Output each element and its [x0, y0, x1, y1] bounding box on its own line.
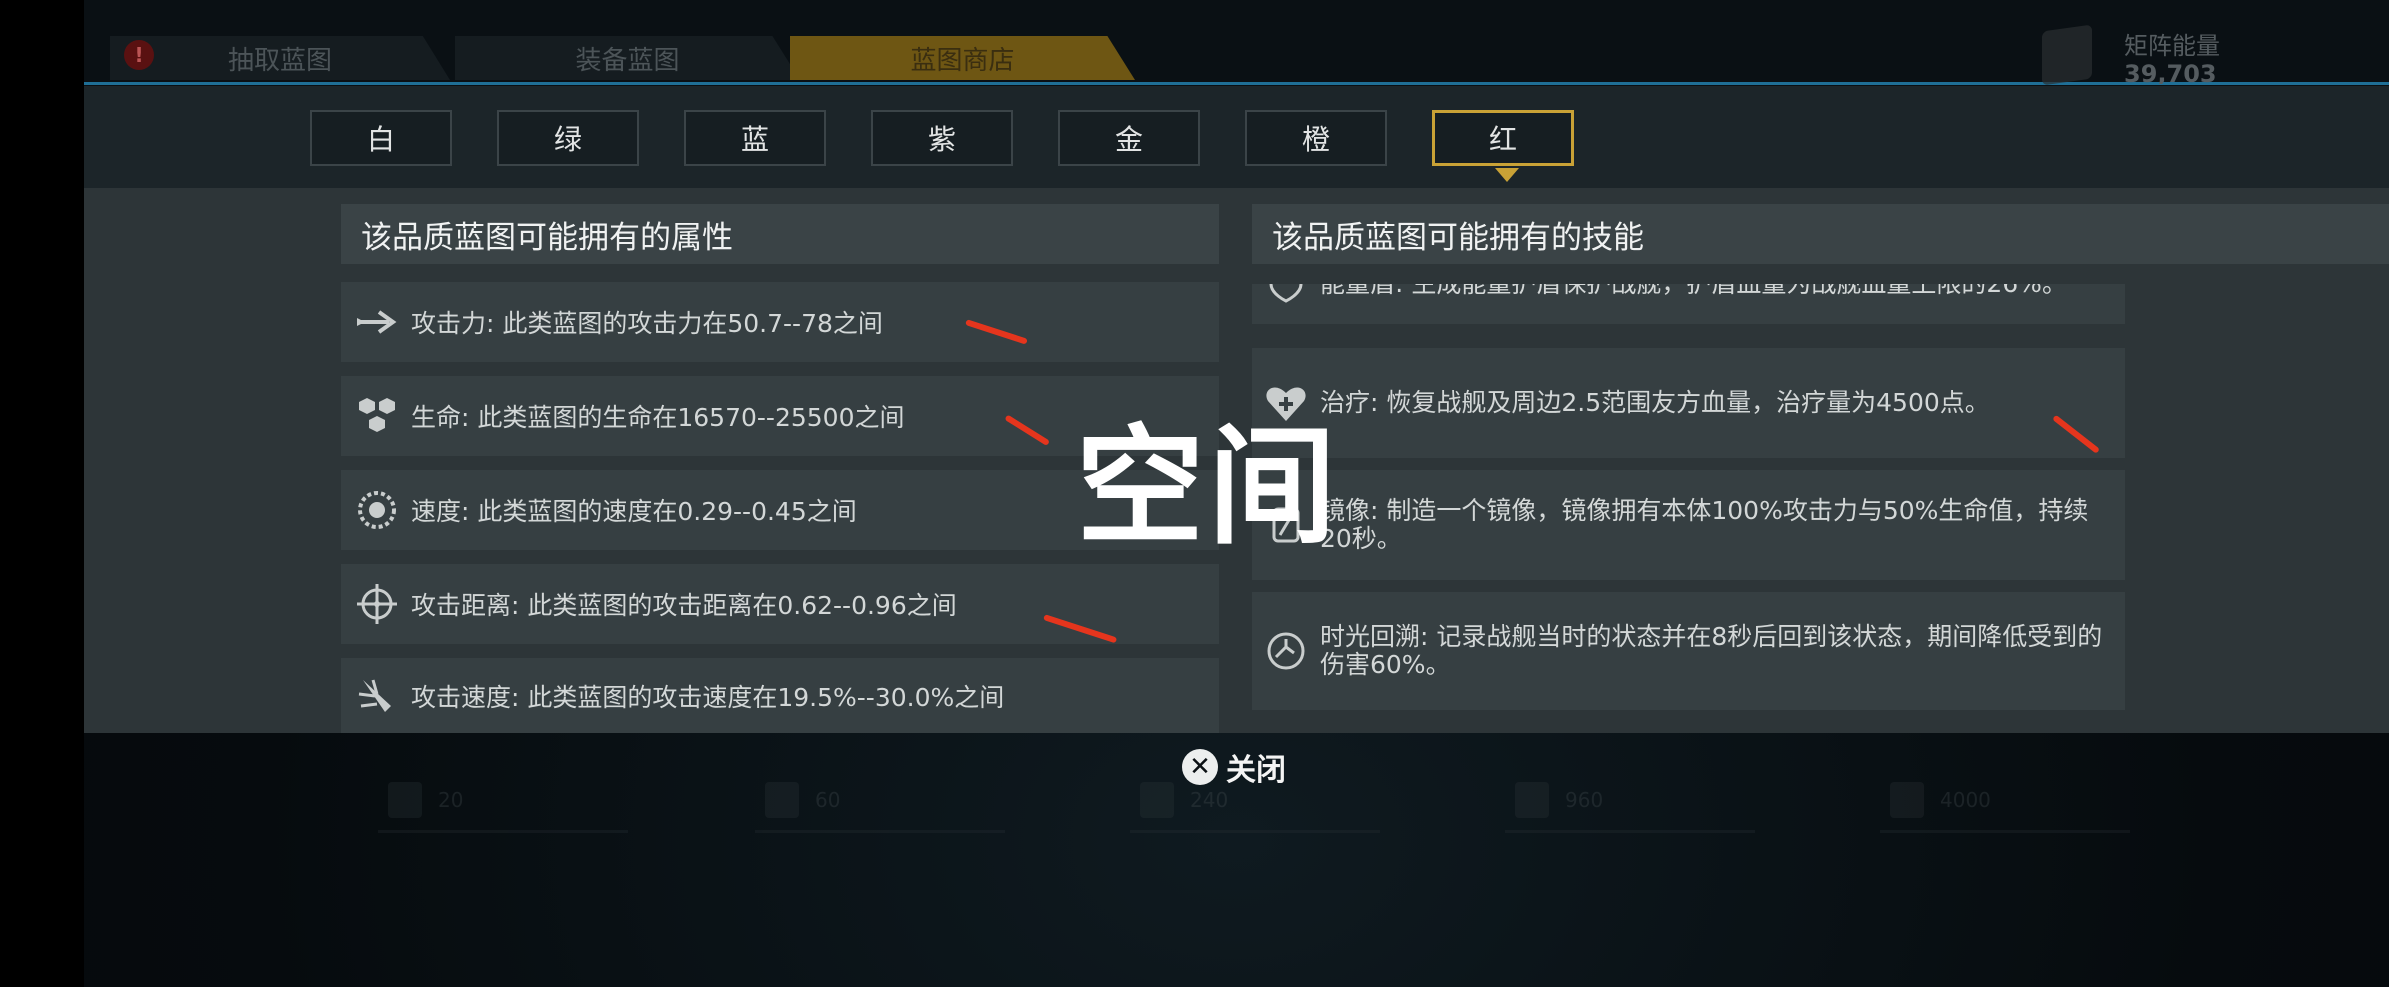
cube-icon [388, 782, 422, 818]
shop-slot: 20 [378, 770, 628, 833]
shop-slot: 60 [755, 770, 1005, 833]
skill-row: 能量盾: 生成能量护盾保护战舰，护盾血量为战舰血量上限的26%。 [1252, 284, 2125, 324]
slot-price: 960 [1565, 788, 1604, 812]
skill-row: 时光回溯: 记录战舰当时的状态并在8秒后回到该状态，期间降低受到的伤害60%。 [1252, 592, 2125, 710]
overlay-caption: 空间 [1076, 413, 1341, 562]
speed-dial-icon [355, 488, 399, 532]
rocket-icon [355, 674, 399, 718]
quality-tab-green[interactable]: 绿 [497, 110, 639, 166]
skills-list[interactable]: 能量盾: 生成能量护盾保护战舰，护盾血量为战舰血量上限的26%。 治疗: 恢复战… [1252, 284, 2125, 710]
skill-row: 治疗: 恢复战舰及周边2.5范围友方血量，治疗量为4500点。 [1252, 348, 2125, 458]
attribute-row: 攻击速度: 此类蓝图的攻击速度在19.5%--30.0%之间 [341, 658, 1219, 733]
skill-text: 能量盾: 生成能量护盾保护战舰，护盾血量为战舰血量上限的26%。 [1320, 284, 2067, 298]
skill-row: 镜像: 制造一个镜像，镜像拥有本体100%攻击力与50%生命值，持续20秒。 [1252, 470, 2125, 580]
quality-tab-gold[interactable]: 金 [1058, 110, 1200, 166]
quality-tab-red[interactable]: 红 [1432, 110, 1574, 166]
skill-text: 时光回溯: 记录战舰当时的状态并在8秒后回到该状态，期间降低受到的伤害60%。 [1320, 622, 2103, 679]
matrix-energy-icon [2042, 24, 2092, 86]
tab-draw-blueprint[interactable]: 抽取蓝图 [110, 36, 450, 80]
quality-tab-blue[interactable]: 蓝 [684, 110, 826, 166]
slot-price: 60 [815, 788, 841, 812]
slot-price: 20 [438, 788, 464, 812]
left-black-bar [0, 0, 84, 987]
shield-icon [1264, 284, 1308, 306]
attributes-panel-title: 该品质蓝图可能拥有的属性 [341, 204, 1219, 264]
cube-icon [1890, 782, 1924, 818]
tab-blueprint-shop[interactable]: 蓝图商店 [790, 36, 1135, 80]
attribute-text: 速度: 此类蓝图的速度在0.29--0.45之间 [411, 497, 857, 526]
cube-icon [1140, 782, 1174, 818]
slot-price: 240 [1190, 788, 1229, 812]
slot-price: 4000 [1940, 788, 1991, 812]
selected-tab-pointer [1495, 168, 1519, 182]
attribute-text: 攻击速度: 此类蓝图的攻击速度在19.5%--30.0%之间 [411, 682, 1005, 712]
skills-panel-title: 该品质蓝图可能拥有的技能 [1252, 204, 2389, 264]
time-rewind-icon [1264, 629, 1308, 673]
quality-tab-orange[interactable]: 橙 [1245, 110, 1387, 166]
quality-tab-purple[interactable]: 紫 [871, 110, 1013, 166]
close-label: 关闭 [1226, 753, 1286, 788]
cube-icon [765, 782, 799, 818]
skill-text: 镜像: 制造一个镜像，镜像拥有本体100%攻击力与50%生命值，持续20秒。 [1320, 496, 2089, 553]
attribute-row: 攻击力: 此类蓝图的攻击力在50.7--78之间 [341, 282, 1219, 362]
quality-tab-white[interactable]: 白 [310, 110, 452, 166]
shop-slot: 4000 [1880, 770, 2130, 833]
alert-badge-icon: ! [124, 40, 154, 70]
attribute-text: 攻击距离: 此类蓝图的攻击距离在0.62--0.96之间 [411, 591, 957, 620]
attribute-text: 生命: 此类蓝图的生命在16570--25500之间 [411, 403, 905, 432]
shop-slot: 960 [1505, 770, 1755, 833]
tab-equip-blueprint[interactable]: 装备蓝图 [455, 36, 800, 80]
arrow-icon [355, 300, 399, 344]
energy-value: 39,703 [2124, 60, 2217, 84]
cube-icon [1515, 782, 1549, 818]
energy-label: 矩阵能量 [2124, 32, 2220, 60]
close-button[interactable]: ✕ 关闭 [1182, 746, 1286, 788]
attribute-text: 攻击力: 此类蓝图的攻击力在50.7--78之间 [411, 309, 883, 338]
crosshair-icon [355, 582, 399, 626]
close-icon: ✕ [1182, 749, 1218, 785]
hexagon-cluster-icon [355, 394, 399, 438]
skill-text: 治疗: 恢复战舰及周边2.5范围友方血量，治疗量为4500点。 [1320, 388, 1990, 417]
